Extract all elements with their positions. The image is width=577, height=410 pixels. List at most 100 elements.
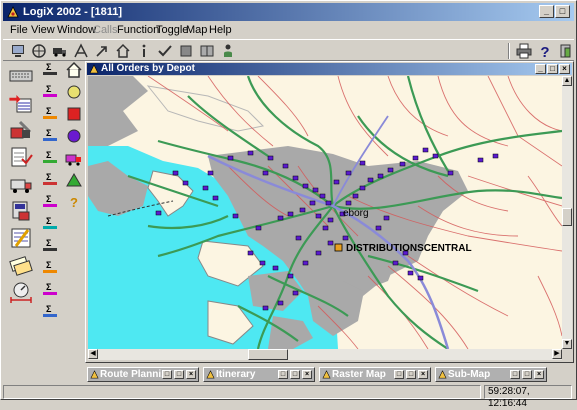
horizontal-scroll-thumb[interactable] <box>248 349 288 360</box>
close-button[interactable]: × <box>186 370 196 379</box>
minimized-window-itinerary[interactable]: Itinerary □ □ × <box>203 367 315 382</box>
home-icon[interactable] <box>64 60 84 80</box>
tools-icon[interactable] <box>8 118 34 142</box>
svg-text:Σ: Σ <box>46 304 52 314</box>
svg-text:Σ: Σ <box>46 106 52 116</box>
title-bar: LogiX 2002 - [1811] _ □ <box>3 3 574 21</box>
square-icon[interactable] <box>177 42 195 60</box>
globe-icon[interactable] <box>30 42 48 60</box>
split-icon[interactable] <box>198 42 216 60</box>
status-bar: 59:28:07, 12:16:44 <box>3 384 574 409</box>
keyboard-icon[interactable] <box>8 64 34 88</box>
depot-label: DISTRIBUTIONSCENTRAL <box>346 243 472 254</box>
close-button[interactable]: × <box>418 370 428 379</box>
scroll-left-button[interactable]: ◀ <box>88 349 98 359</box>
svg-text:?: ? <box>540 44 549 60</box>
home-icon[interactable] <box>114 42 132 60</box>
svg-text:Σ: Σ <box>46 238 52 248</box>
help-icon[interactable]: ? <box>536 42 554 61</box>
menu-map[interactable]: Map <box>186 23 207 37</box>
restore-button[interactable]: □ <box>510 370 520 379</box>
printer-icon[interactable] <box>515 42 533 60</box>
map-graphic: eborg DISTRIBUTIONSCENTRAL <box>88 76 562 349</box>
minimized-window-title: Raster Map <box>332 369 386 380</box>
map-window-title-bar: All Orders by Depot _ □ × <box>87 63 572 75</box>
window-title: LogiX 2002 - [1811] <box>23 6 123 18</box>
svg-text:Σ: Σ <box>46 62 52 72</box>
svg-text:Σ: Σ <box>46 282 52 292</box>
svg-text:Σ: Σ <box>46 172 52 182</box>
map-minimize-button[interactable]: _ <box>535 64 546 74</box>
restore-button[interactable]: □ <box>162 370 172 379</box>
status-timestamp: 59:28:07, 12:16:44 <box>484 385 572 409</box>
minimize-button[interactable]: _ <box>539 5 554 18</box>
main-toolbar: ? <box>3 39 574 61</box>
close-button[interactable]: × <box>302 370 312 379</box>
restore-button[interactable]: □ <box>278 370 288 379</box>
triangle-icon[interactable] <box>64 170 84 190</box>
info-icon[interactable] <box>135 42 153 60</box>
monitor-icon[interactable] <box>9 42 27 60</box>
window-icon <box>438 370 447 379</box>
svg-text:?: ? <box>70 195 78 210</box>
app-icon <box>7 6 19 18</box>
scroll-right-button[interactable]: ▶ <box>552 349 562 359</box>
menu-help[interactable]: Help <box>209 23 232 37</box>
minimized-window-sub-map[interactable]: Sub-Map □ □ × <box>435 367 547 382</box>
measure-icon[interactable] <box>8 280 34 304</box>
maximize-button[interactable]: □ <box>522 370 532 379</box>
map-close-button[interactable]: × <box>559 64 570 74</box>
vertical-scroll-thumb[interactable] <box>562 208 572 226</box>
vehicle-icon[interactable] <box>8 172 34 196</box>
restore-button[interactable]: □ <box>394 370 404 379</box>
menu-window[interactable]: Window <box>57 23 96 37</box>
toolbar-separator <box>508 43 510 59</box>
minimized-window-route-planning[interactable]: Route Planni... □ □ × <box>87 367 199 382</box>
maximize-button[interactable]: □ <box>174 370 184 379</box>
map-maximize-button[interactable]: □ <box>547 64 558 74</box>
map-window: All Orders by Depot _ □ × eborg DISTRIBU… <box>85 61 574 363</box>
question-icon[interactable]: ? <box>64 192 84 212</box>
schedule-icon[interactable] <box>8 226 34 250</box>
maximize-button[interactable]: □ <box>555 5 570 18</box>
scroll-up-button[interactable]: ▲ <box>562 76 572 86</box>
menu-bar: File View Window Calls Function Toggle M… <box>3 22 574 38</box>
window-icon <box>206 370 215 379</box>
depot-marker <box>334 243 343 252</box>
circle-icon[interactable] <box>64 82 84 102</box>
minimized-window-raster-map[interactable]: Raster Map □ □ × <box>319 367 431 382</box>
red-square-icon[interactable] <box>64 104 84 124</box>
arrow-icon[interactable] <box>93 42 111 60</box>
exit-icon[interactable] <box>557 42 575 60</box>
checklist-icon[interactable] <box>8 145 34 169</box>
maximize-button[interactable]: □ <box>290 370 300 379</box>
map-horizontal-scrollbar[interactable]: ◀ ▶ <box>88 349 562 360</box>
person-icon[interactable] <box>219 42 237 60</box>
truck-icon[interactable] <box>51 42 69 60</box>
menu-calls[interactable]: Calls <box>93 23 117 37</box>
svg-text:Σ: Σ <box>46 84 52 94</box>
dispatch-icon[interactable] <box>8 199 34 223</box>
maximize-button[interactable]: □ <box>406 370 416 379</box>
svg-text:Σ: Σ <box>46 260 52 270</box>
route-icon[interactable] <box>72 42 90 60</box>
tickets-icon[interactable] <box>8 253 34 277</box>
menu-toggle[interactable]: Toggle <box>156 23 188 37</box>
data-import-icon[interactable] <box>8 91 34 115</box>
svg-text:Σ: Σ <box>46 128 52 138</box>
map-vertical-scrollbar[interactable]: ▲ ▼ <box>562 76 572 349</box>
map-canvas[interactable]: eborg DISTRIBUTIONSCENTRAL <box>88 76 562 349</box>
map-window-icon <box>89 64 99 74</box>
menu-view[interactable]: View <box>31 23 55 37</box>
sigma-icon-column[interactable]: Σ Σ Σ Σ Σ Σ Σ Σ Σ Σ Σ Σ <box>41 60 61 360</box>
close-button[interactable]: × <box>534 370 544 379</box>
menu-function[interactable]: Function <box>117 23 159 37</box>
map-window-title: All Orders by Depot <box>101 63 195 74</box>
check-icon[interactable] <box>156 42 174 60</box>
truck-icon[interactable] <box>64 148 84 168</box>
status-panel-main <box>3 385 481 399</box>
left-toolbar-tools <box>5 60 37 380</box>
purple-circle-icon[interactable] <box>64 126 84 146</box>
scroll-down-button[interactable]: ▼ <box>562 339 572 349</box>
menu-file[interactable]: File <box>10 23 28 37</box>
